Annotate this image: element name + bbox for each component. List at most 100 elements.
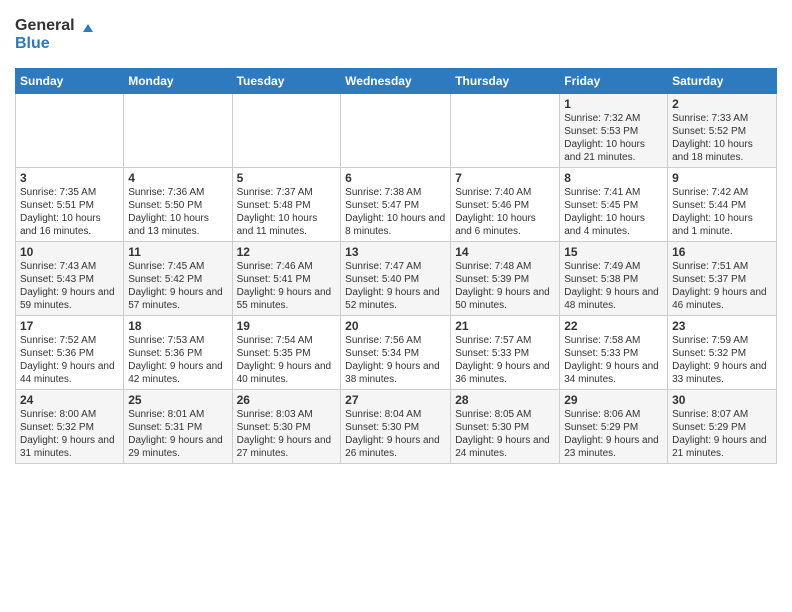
day-number: 29 [564,393,663,407]
day-number: 12 [237,245,337,259]
col-monday: Monday [124,69,232,94]
day-number: 13 [345,245,446,259]
calendar-cell: 20Sunrise: 7:56 AM Sunset: 5:34 PM Dayli… [341,316,451,390]
day-number: 1 [564,97,663,111]
calendar-cell: 7Sunrise: 7:40 AM Sunset: 5:46 PM Daylig… [451,168,560,242]
calendar-week-3: 10Sunrise: 7:43 AM Sunset: 5:43 PM Dayli… [16,242,777,316]
day-info: Sunrise: 7:57 AM Sunset: 5:33 PM Dayligh… [455,334,555,386]
day-info: Sunrise: 8:01 AM Sunset: 5:31 PM Dayligh… [128,408,227,460]
day-info: Sunrise: 7:56 AM Sunset: 5:34 PM Dayligh… [345,334,446,386]
day-info: Sunrise: 7:48 AM Sunset: 5:39 PM Dayligh… [455,260,555,312]
calendar-cell: 1Sunrise: 7:32 AM Sunset: 5:53 PM Daylig… [560,94,668,168]
day-info: Sunrise: 8:03 AM Sunset: 5:30 PM Dayligh… [237,408,337,460]
day-number: 7 [455,171,555,185]
calendar-week-4: 17Sunrise: 7:52 AM Sunset: 5:36 PM Dayli… [16,316,777,390]
day-number: 28 [455,393,555,407]
day-info: Sunrise: 7:47 AM Sunset: 5:40 PM Dayligh… [345,260,446,312]
day-number: 15 [564,245,663,259]
day-info: Sunrise: 8:05 AM Sunset: 5:30 PM Dayligh… [455,408,555,460]
calendar-cell: 2Sunrise: 7:33 AM Sunset: 5:52 PM Daylig… [668,94,777,168]
day-info: Sunrise: 7:59 AM Sunset: 5:32 PM Dayligh… [672,334,772,386]
svg-text:General: General [15,17,75,34]
day-number: 20 [345,319,446,333]
col-sunday: Sunday [16,69,124,94]
day-number: 22 [564,319,663,333]
day-number: 18 [128,319,227,333]
calendar-cell: 15Sunrise: 7:49 AM Sunset: 5:38 PM Dayli… [560,242,668,316]
day-info: Sunrise: 8:04 AM Sunset: 5:30 PM Dayligh… [345,408,446,460]
calendar-cell [232,94,341,168]
calendar-cell: 9Sunrise: 7:42 AM Sunset: 5:44 PM Daylig… [668,168,777,242]
calendar-cell: 8Sunrise: 7:41 AM Sunset: 5:45 PM Daylig… [560,168,668,242]
calendar-cell: 4Sunrise: 7:36 AM Sunset: 5:50 PM Daylig… [124,168,232,242]
day-info: Sunrise: 7:42 AM Sunset: 5:44 PM Dayligh… [672,186,772,238]
day-info: Sunrise: 7:32 AM Sunset: 5:53 PM Dayligh… [564,112,663,164]
day-number: 21 [455,319,555,333]
day-info: Sunrise: 7:37 AM Sunset: 5:48 PM Dayligh… [237,186,337,238]
col-wednesday: Wednesday [341,69,451,94]
calendar-cell: 6Sunrise: 7:38 AM Sunset: 5:47 PM Daylig… [341,168,451,242]
day-number: 17 [20,319,119,333]
calendar-cell: 13Sunrise: 7:47 AM Sunset: 5:40 PM Dayli… [341,242,451,316]
calendar-cell: 22Sunrise: 7:58 AM Sunset: 5:33 PM Dayli… [560,316,668,390]
day-info: Sunrise: 7:46 AM Sunset: 5:41 PM Dayligh… [237,260,337,312]
logo: General Blue [15,10,105,60]
day-info: Sunrise: 8:00 AM Sunset: 5:32 PM Dayligh… [20,408,119,460]
calendar-table: Sunday Monday Tuesday Wednesday Thursday… [15,68,777,464]
day-number: 9 [672,171,772,185]
calendar-cell: 24Sunrise: 8:00 AM Sunset: 5:32 PM Dayli… [16,390,124,464]
calendar-cell [451,94,560,168]
calendar-cell [16,94,124,168]
day-info: Sunrise: 7:58 AM Sunset: 5:33 PM Dayligh… [564,334,663,386]
day-info: Sunrise: 8:07 AM Sunset: 5:29 PM Dayligh… [672,408,772,460]
day-info: Sunrise: 7:53 AM Sunset: 5:36 PM Dayligh… [128,334,227,386]
svg-text:Blue: Blue [15,35,50,52]
day-info: Sunrise: 7:43 AM Sunset: 5:43 PM Dayligh… [20,260,119,312]
day-number: 30 [672,393,772,407]
col-friday: Friday [560,69,668,94]
day-number: 23 [672,319,772,333]
calendar-cell: 19Sunrise: 7:54 AM Sunset: 5:35 PM Dayli… [232,316,341,390]
day-number: 3 [20,171,119,185]
calendar-cell: 29Sunrise: 8:06 AM Sunset: 5:29 PM Dayli… [560,390,668,464]
calendar-cell: 17Sunrise: 7:52 AM Sunset: 5:36 PM Dayli… [16,316,124,390]
day-number: 27 [345,393,446,407]
calendar-cell: 23Sunrise: 7:59 AM Sunset: 5:32 PM Dayli… [668,316,777,390]
day-info: Sunrise: 7:45 AM Sunset: 5:42 PM Dayligh… [128,260,227,312]
calendar-week-5: 24Sunrise: 8:00 AM Sunset: 5:32 PM Dayli… [16,390,777,464]
day-number: 26 [237,393,337,407]
calendar-cell: 18Sunrise: 7:53 AM Sunset: 5:36 PM Dayli… [124,316,232,390]
day-number: 5 [237,171,337,185]
logo-svg: General Blue [15,10,105,55]
calendar-cell: 28Sunrise: 8:05 AM Sunset: 5:30 PM Dayli… [451,390,560,464]
day-info: Sunrise: 7:52 AM Sunset: 5:36 PM Dayligh… [20,334,119,386]
logo-block: General Blue [15,10,105,60]
day-info: Sunrise: 7:35 AM Sunset: 5:51 PM Dayligh… [20,186,119,238]
calendar-cell: 11Sunrise: 7:45 AM Sunset: 5:42 PM Dayli… [124,242,232,316]
calendar-cell: 25Sunrise: 8:01 AM Sunset: 5:31 PM Dayli… [124,390,232,464]
day-info: Sunrise: 7:40 AM Sunset: 5:46 PM Dayligh… [455,186,555,238]
calendar-cell: 16Sunrise: 7:51 AM Sunset: 5:37 PM Dayli… [668,242,777,316]
col-saturday: Saturday [668,69,777,94]
page-container: General Blue Sunday Monday Tuesday Wedne… [0,0,792,474]
header: General Blue [15,10,777,60]
calendar-body: 1Sunrise: 7:32 AM Sunset: 5:53 PM Daylig… [16,94,777,464]
calendar-week-1: 1Sunrise: 7:32 AM Sunset: 5:53 PM Daylig… [16,94,777,168]
calendar-cell: 10Sunrise: 7:43 AM Sunset: 5:43 PM Dayli… [16,242,124,316]
calendar-cell: 14Sunrise: 7:48 AM Sunset: 5:39 PM Dayli… [451,242,560,316]
header-row: Sunday Monday Tuesday Wednesday Thursday… [16,69,777,94]
calendar-cell: 30Sunrise: 8:07 AM Sunset: 5:29 PM Dayli… [668,390,777,464]
calendar-cell: 5Sunrise: 7:37 AM Sunset: 5:48 PM Daylig… [232,168,341,242]
calendar-header: Sunday Monday Tuesday Wednesday Thursday… [16,69,777,94]
day-number: 14 [455,245,555,259]
col-thursday: Thursday [451,69,560,94]
calendar-cell: 12Sunrise: 7:46 AM Sunset: 5:41 PM Dayli… [232,242,341,316]
day-number: 16 [672,245,772,259]
day-number: 24 [20,393,119,407]
calendar-cell: 21Sunrise: 7:57 AM Sunset: 5:33 PM Dayli… [451,316,560,390]
day-info: Sunrise: 7:38 AM Sunset: 5:47 PM Dayligh… [345,186,446,238]
col-tuesday: Tuesday [232,69,341,94]
day-number: 8 [564,171,663,185]
day-number: 4 [128,171,227,185]
day-info: Sunrise: 7:51 AM Sunset: 5:37 PM Dayligh… [672,260,772,312]
